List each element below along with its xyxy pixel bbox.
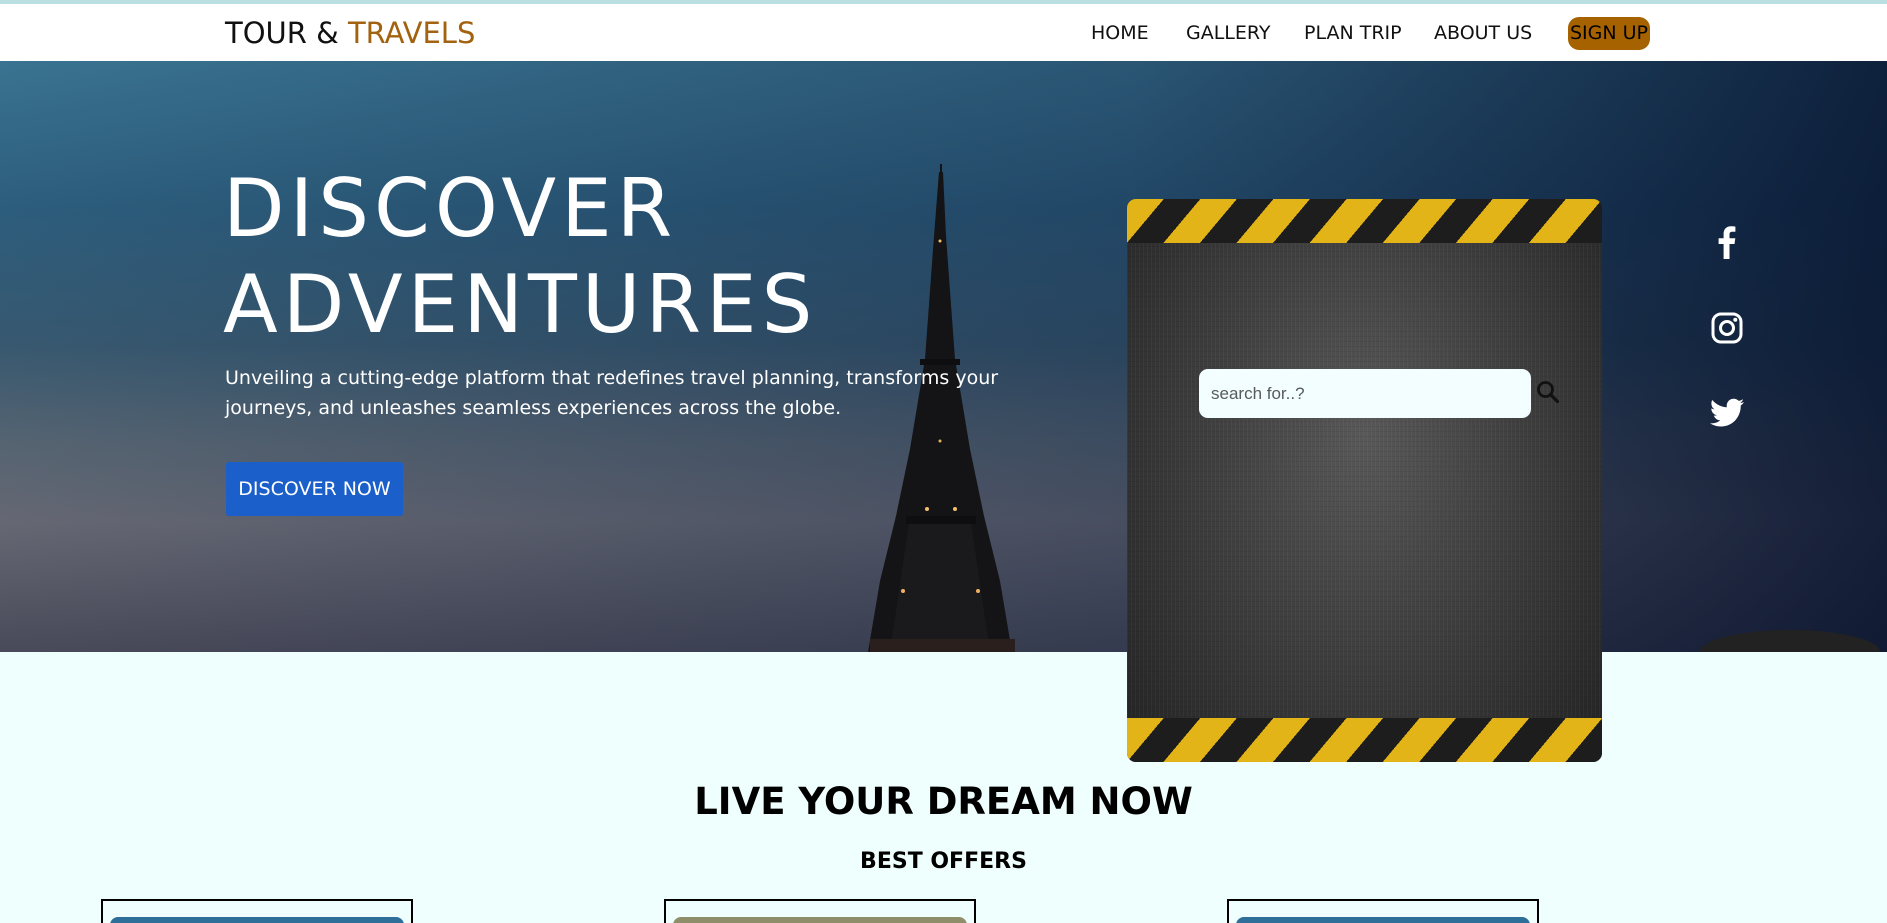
search-panel <box>1127 199 1602 762</box>
offers-section-title: LIVE YOUR DREAM NOW <box>694 780 1193 823</box>
brand-accent-text: TRAVELS <box>347 16 476 50</box>
navbar: TOUR & TRAVELS HOME GALLERY PLAN TRIP AB… <box>0 4 1887 61</box>
hero-title: DISCOVER ADVENTURES <box>223 161 983 353</box>
hero-title-line-2: ADVENTURES <box>223 258 818 351</box>
offers-section-subtitle: BEST OFFERS <box>860 849 1027 874</box>
nav-home-link[interactable]: HOME <box>1091 22 1149 44</box>
nav-about-us-link[interactable]: ABOUT US <box>1434 22 1532 44</box>
offer-card[interactable] <box>101 899 413 923</box>
offer-card-image <box>1236 917 1530 923</box>
nav-plan-trip-link[interactable]: PLAN TRIP <box>1304 22 1402 44</box>
nav-gallery-link[interactable]: GALLERY <box>1186 22 1271 44</box>
hazard-stripe-bottom <box>1127 718 1602 762</box>
eiffel-tower-illustration <box>868 164 1880 652</box>
offer-card-image <box>110 917 404 923</box>
offer-card-image <box>673 917 967 923</box>
sign-up-button[interactable]: SIGN UP <box>1568 17 1650 50</box>
offer-card[interactable] <box>1227 899 1539 923</box>
hero-title-line-1: DISCOVER <box>223 162 678 255</box>
instagram-icon[interactable] <box>1707 308 1747 348</box>
offer-card[interactable] <box>664 899 976 923</box>
brand-logo[interactable]: TOUR & TRAVELS <box>225 16 475 50</box>
panel-texture <box>1127 199 1602 762</box>
hero-section: DISCOVER ADVENTURES Unveiling a cutting-… <box>0 61 1887 652</box>
search-icon[interactable] <box>1535 379 1561 405</box>
facebook-icon[interactable] <box>1707 222 1747 262</box>
hazard-stripe-top <box>1127 199 1602 243</box>
brand-text: TOUR & <box>225 16 348 50</box>
search-input[interactable] <box>1199 369 1531 418</box>
twitter-icon[interactable] <box>1707 392 1747 432</box>
discover-now-button[interactable]: DISCOVER NOW <box>226 462 403 516</box>
hero-description: Unveiling a cutting-edge platform that r… <box>225 367 999 419</box>
